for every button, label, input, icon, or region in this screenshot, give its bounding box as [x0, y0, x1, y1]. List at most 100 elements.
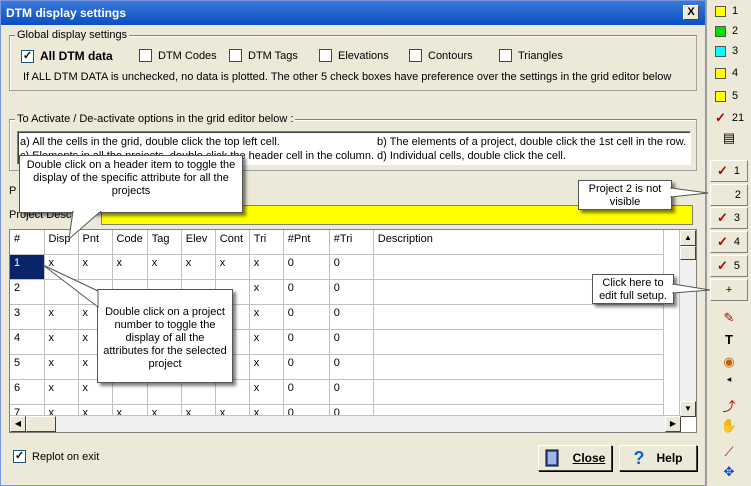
grid-cell[interactable]: x: [215, 254, 250, 280]
grid-horizontal-scrollbar[interactable]: ◀ ▶: [10, 415, 681, 432]
header-cell-tag[interactable]: Tag: [147, 230, 182, 255]
grid-cell[interactable]: 0: [329, 254, 374, 280]
checkbox-box[interactable]: [409, 49, 422, 62]
row-number-cell[interactable]: 3: [10, 304, 45, 330]
scroll-left-icon[interactable]: ◀: [10, 416, 26, 432]
grid-cell[interactable]: [373, 379, 664, 405]
layer-settings-icon[interactable]: ▤: [717, 130, 741, 150]
grid-cell[interactable]: x: [147, 254, 182, 280]
layer-item-3[interactable]: 3: [711, 40, 747, 62]
header-cell-cont[interactable]: Cont: [215, 230, 250, 255]
header-cell-number[interactable]: #: [10, 230, 45, 255]
grid-cell[interactable]: [373, 329, 664, 355]
project-toggle-1[interactable]: ✓ 1: [710, 160, 748, 182]
header-cell-elev[interactable]: Elev: [181, 230, 216, 255]
header-cell-tri[interactable]: Tri: [249, 230, 284, 255]
contours-checkbox[interactable]: Contours: [409, 49, 473, 62]
header-cell-tri-count[interactable]: #Tri: [329, 230, 374, 255]
grid-cell[interactable]: 0: [283, 304, 330, 330]
grid-cell[interactable]: x: [249, 254, 284, 280]
grid-cell[interactable]: x: [112, 254, 148, 280]
project-toggle-2[interactable]: 2: [710, 184, 748, 206]
scroll-right-icon[interactable]: ▶: [665, 416, 681, 432]
project-toggle-3[interactable]: ✓ 3: [710, 207, 748, 229]
header-cell-pnt-count[interactable]: #Pnt: [283, 230, 330, 255]
all-dtm-data-checkbox[interactable]: ✓ All DTM data: [21, 49, 113, 63]
text-tool-icon[interactable]: T: [717, 332, 741, 352]
dtm-tags-checkbox[interactable]: DTM Tags: [229, 49, 298, 62]
row-number-cell[interactable]: 6: [10, 379, 45, 405]
grid-cell[interactable]: 0: [329, 329, 374, 355]
hand-tool-icon[interactable]: ✋: [717, 418, 741, 438]
grid-cell[interactable]: x: [44, 379, 79, 405]
grid-cell[interactable]: 0: [329, 354, 374, 380]
checkbox-box[interactable]: [139, 49, 152, 62]
header-cell-code[interactable]: Code: [112, 230, 148, 255]
checkbox-box[interactable]: ✓: [13, 450, 26, 463]
layer-item-5[interactable]: 5: [711, 85, 747, 107]
grid-cell[interactable]: x: [249, 354, 284, 380]
header-cell-description[interactable]: Description: [373, 230, 664, 255]
move-tool-icon[interactable]: ✥: [717, 464, 741, 484]
close-button[interactable]: Close: [538, 445, 612, 471]
table-row[interactable]: 1xxxxxxx00: [10, 254, 664, 280]
grid-cell[interactable]: 0: [283, 254, 330, 280]
row-number-cell[interactable]: 4: [10, 329, 45, 355]
layer-item-2[interactable]: 2: [711, 20, 747, 42]
grid-cell[interactable]: x: [44, 329, 79, 355]
global-settings-label: Global display settings: [15, 29, 130, 41]
row-number-cell[interactable]: 5: [10, 354, 45, 380]
activate-label: To Activate / De-activate options in the…: [15, 113, 296, 125]
plus-callout: Click here to edit full setup.: [592, 274, 674, 304]
project2-callout: Project 2 is not visible: [578, 180, 672, 210]
grid-cell[interactable]: x: [249, 329, 284, 355]
header-callout-pointer: [68, 211, 102, 241]
toolbar-scroll-left-icon[interactable]: ◂: [717, 374, 741, 394]
grid-cell[interactable]: 0: [283, 329, 330, 355]
checkbox-box[interactable]: [229, 49, 242, 62]
layer-item-1[interactable]: 1: [711, 0, 747, 22]
scroll-thumb[interactable]: [680, 246, 696, 260]
edit-full-setup-button[interactable]: +: [710, 279, 748, 301]
line-tool-icon[interactable]: ⟋: [717, 444, 741, 464]
grid-cell[interactable]: x: [249, 379, 284, 405]
scroll-up-icon[interactable]: ▲: [680, 230, 696, 246]
project-callout: Double click on a project number to togg…: [97, 289, 233, 383]
grid-cell[interactable]: [373, 304, 664, 330]
grid-cell[interactable]: 0: [283, 354, 330, 380]
layer-item-4[interactable]: 4: [711, 62, 747, 84]
pen-tool-icon[interactable]: ✎: [717, 310, 741, 330]
replot-on-exit-checkbox[interactable]: ✓ Replot on exit: [13, 450, 99, 463]
grid-cell[interactable]: 0: [283, 379, 330, 405]
grid-cell[interactable]: x: [249, 279, 284, 305]
help-button[interactable]: ? Help: [619, 445, 697, 471]
scroll-thumb[interactable]: [26, 416, 56, 432]
point-tool-icon[interactable]: ⤴: [717, 396, 741, 416]
layer-color-swatch: [715, 5, 726, 17]
grid-cell[interactable]: x: [181, 254, 216, 280]
grid-cell[interactable]: 0: [329, 304, 374, 330]
grid-cell[interactable]: 0: [329, 279, 374, 305]
all-layers-item[interactable]: ✓ 21: [711, 107, 747, 129]
grid-vertical-scrollbar[interactable]: ▲ ▼: [679, 230, 696, 417]
grid-cell[interactable]: x: [44, 354, 79, 380]
instruction-b: b) The elements of a project, double cli…: [377, 136, 687, 148]
checkbox-box[interactable]: [499, 49, 512, 62]
grid-cell[interactable]: 0: [283, 279, 330, 305]
scroll-down-icon[interactable]: ▼: [680, 401, 696, 417]
grid-cell[interactable]: [373, 354, 664, 380]
grid-cell[interactable]: 0: [329, 379, 374, 405]
close-icon[interactable]: X: [683, 5, 699, 20]
row-number-cell[interactable]: 1: [10, 254, 45, 280]
grid-cell[interactable]: x: [249, 304, 284, 330]
project-toggle-4[interactable]: ✓ 4: [710, 231, 748, 253]
layer-color-swatch: [715, 67, 726, 79]
palette-icon[interactable]: ◉: [717, 354, 741, 374]
elevations-checkbox[interactable]: Elevations: [319, 49, 389, 62]
checkbox-box[interactable]: [319, 49, 332, 62]
row-number-cell[interactable]: 2: [10, 279, 45, 305]
dtm-codes-checkbox[interactable]: DTM Codes: [139, 49, 217, 62]
triangles-checkbox[interactable]: Triangles: [499, 49, 563, 62]
checkbox-box[interactable]: ✓: [21, 49, 34, 63]
project-toggle-5[interactable]: ✓ 5: [710, 255, 748, 277]
